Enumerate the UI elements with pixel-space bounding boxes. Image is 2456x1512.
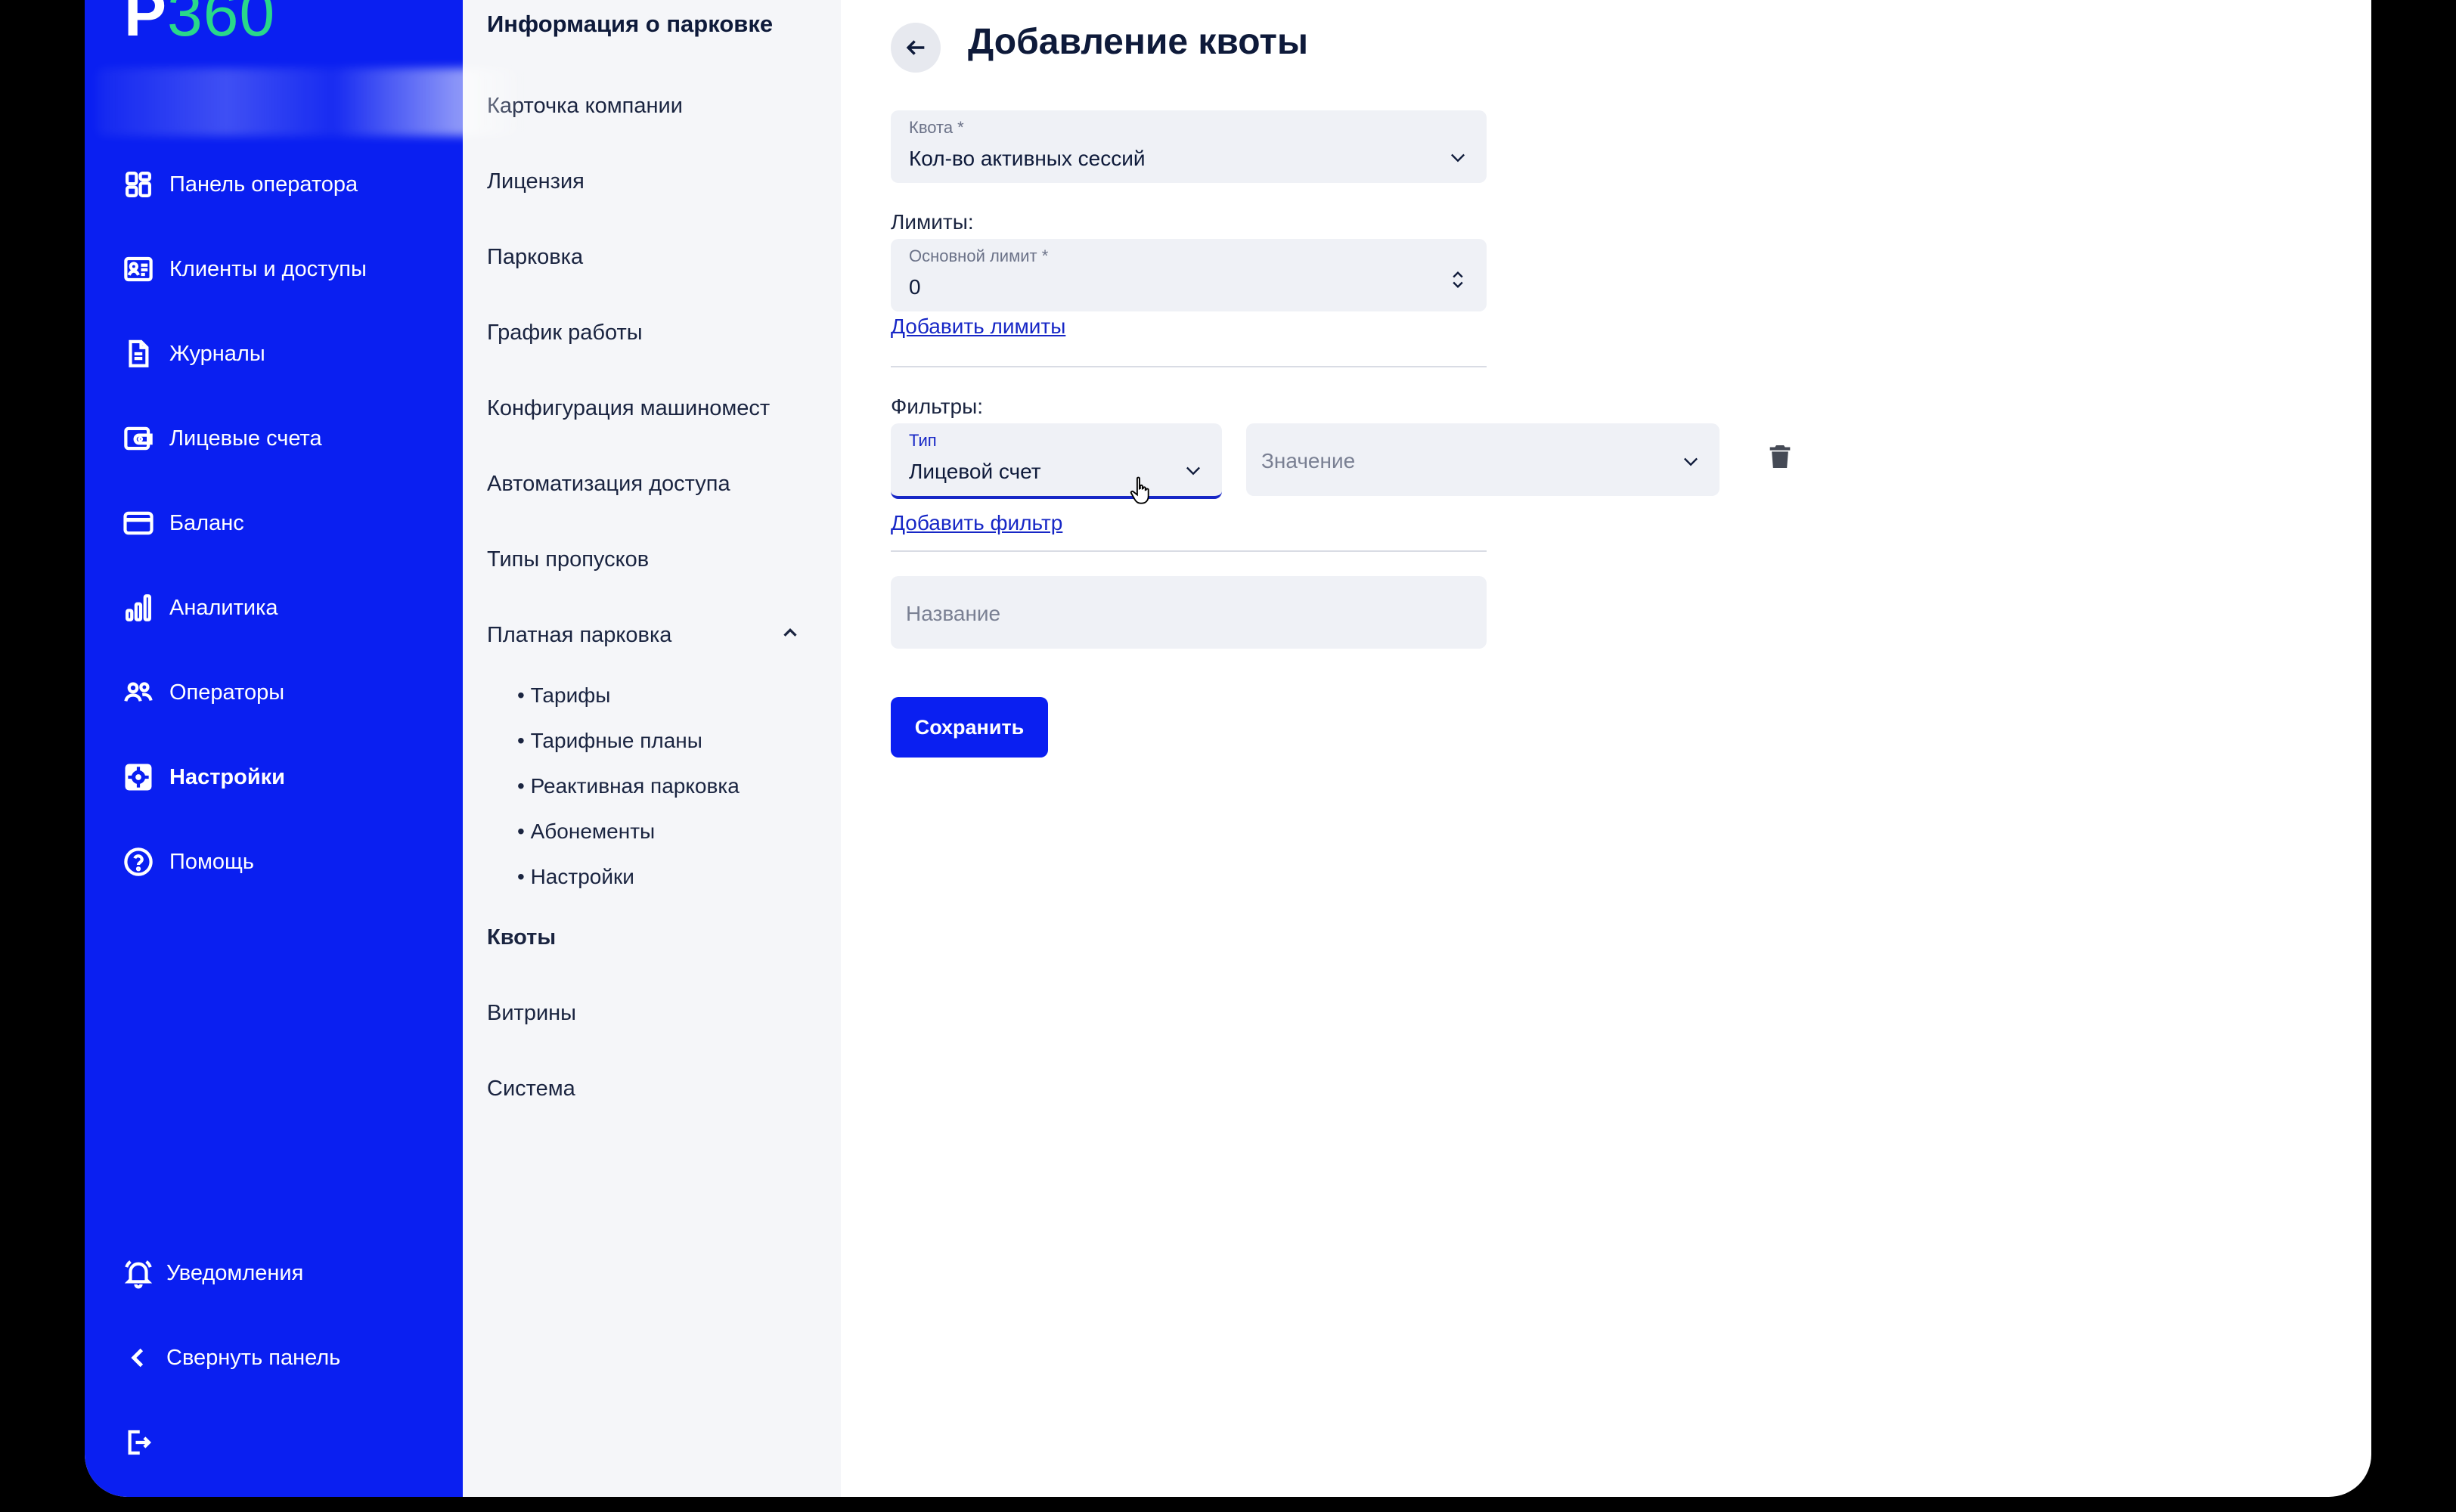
quota-value: Кол-во активных сессий <box>909 147 1146 170</box>
submenu-item-parking[interactable]: Парковка <box>487 245 583 270</box>
bar-chart-icon <box>126 594 151 621</box>
chevron-left-icon <box>131 1348 144 1368</box>
nav-item-label: Лицевые счета <box>169 426 322 451</box>
filter-type-label: Тип <box>909 431 937 450</box>
wallet-icon <box>124 426 153 451</box>
submenu-title[interactable]: Информация о парковке <box>487 11 773 38</box>
submenu-child-tariffs[interactable]: • Тарифы <box>517 683 610 708</box>
notifications-label: Уведомления <box>166 1260 304 1285</box>
collapse-panel-label: Свернуть панель <box>166 1345 341 1370</box>
gear-icon <box>125 764 152 791</box>
help-icon <box>124 847 153 876</box>
submenu-child-reactive-parking[interactable]: • Реактивная парковка <box>517 774 740 798</box>
account-switcher-blurred[interactable] <box>97 68 528 136</box>
nav-item-settings[interactable]: Настройки <box>122 750 285 804</box>
filters-label: Фильтры: <box>891 395 983 418</box>
limits-label: Лимиты: <box>891 210 974 234</box>
nav-item-accounts[interactable]: Лицевые счета <box>122 411 322 466</box>
bell-icon <box>124 1260 153 1289</box>
save-button[interactable]: Сохранить <box>891 697 1048 758</box>
submenu-item-access-automation[interactable]: Автоматизация доступа <box>487 472 730 497</box>
collapse-panel-button[interactable]: Свернуть панель <box>122 1331 340 1385</box>
logout-button[interactable] <box>122 1415 154 1470</box>
main-limit-input[interactable]: Основной лимит * 0 <box>891 239 1487 311</box>
submenu-item-pass-types[interactable]: Типы пропусков <box>487 547 649 572</box>
document-icon <box>129 339 149 367</box>
nav-item-label: Операторы <box>169 680 285 705</box>
submenu-item-system[interactable]: Система <box>487 1077 575 1101</box>
submenu-item-paid-parking[interactable]: Платная парковка <box>487 623 671 648</box>
logo: P360 <box>124 0 276 49</box>
arrow-left-icon <box>906 40 925 55</box>
users-icon <box>124 682 153 702</box>
hand-cursor-icon <box>1130 476 1149 504</box>
nav-item-journals[interactable]: Журналы <box>122 327 265 381</box>
quota-label: Квота * <box>909 118 964 137</box>
divider <box>891 550 1487 552</box>
nav-item-label: Аналитика <box>169 595 278 620</box>
submenu-item-spaces-config[interactable]: Конфигурация машиномест <box>487 396 770 421</box>
trash-icon[interactable] <box>1765 442 1795 472</box>
nav-item-operator-panel[interactable]: Панель оператора <box>122 157 358 212</box>
filter-type-value: Лицевой счет <box>909 460 1041 483</box>
quota-select[interactable]: Квота * Кол-во активных сессий <box>891 110 1487 183</box>
name-placeholder: Название <box>906 602 1001 625</box>
credit-card-icon <box>123 511 154 535</box>
nav-item-label: Панель оператора <box>169 172 358 197</box>
stepper-icon[interactable] <box>1447 269 1468 290</box>
submenu-item-schedule[interactable]: График работы <box>487 321 643 345</box>
divider <box>891 366 1487 367</box>
main-sidebar: P360 Панель оператора Клиенты и доступы … <box>85 0 528 1497</box>
logout-icon <box>128 1430 151 1455</box>
filter-value-select[interactable]: Значение <box>1246 423 1720 496</box>
nav-item-label: Помощь <box>169 849 255 874</box>
page-title: Добавление квоты <box>968 22 1308 62</box>
chevron-up-icon[interactable] <box>779 621 802 644</box>
nav-item-label: Клиенты и доступы <box>169 256 367 281</box>
add-filter-link[interactable]: Добавить фильтр <box>891 511 1062 535</box>
add-limits-link[interactable]: Добавить лимиты <box>891 314 1065 339</box>
name-input[interactable]: Название <box>891 576 1487 649</box>
chevron-down-icon <box>1186 466 1200 476</box>
main-content: Добавление квоты Квота * Кол-во активных… <box>841 0 2371 1497</box>
nav-item-label: Баланс <box>169 510 244 535</box>
submenu-child-tariff-plans[interactable]: • Тарифные планы <box>517 729 702 753</box>
nav-item-label: Журналы <box>169 341 265 366</box>
submenu-item-license[interactable]: Лицензия <box>487 169 585 194</box>
submenu-item-showcases[interactable]: Витрины <box>487 1001 576 1026</box>
filter-value-placeholder: Значение <box>1261 449 1356 472</box>
main-limit-label: Основной лимит * <box>909 246 1049 265</box>
id-card-icon <box>124 256 153 282</box>
nav-item-label: Настройки <box>169 764 286 789</box>
submenu-item-quotas[interactable]: Квоты <box>487 925 556 950</box>
nav-item-operators[interactable]: Операторы <box>122 665 284 720</box>
chevron-down-icon <box>1451 153 1465 163</box>
dashboard-icon <box>126 172 151 197</box>
nav-item-balance[interactable]: Баланс <box>122 496 244 550</box>
main-limit-value: 0 <box>909 275 921 299</box>
submenu-child-subscriptions[interactable]: • Абонементы <box>517 820 655 844</box>
nav-item-clients[interactable]: Клиенты и доступы <box>122 242 367 296</box>
nav-item-analytics[interactable]: Аналитика <box>122 581 278 635</box>
nav-item-help[interactable]: Помощь <box>122 835 254 889</box>
notifications-button[interactable]: Уведомления <box>122 1246 303 1300</box>
submenu-child-settings[interactable]: • Настройки <box>517 865 634 889</box>
filter-type-select[interactable]: Тип Лицевой счет <box>891 423 1222 499</box>
app-window: P360 Панель оператора Клиенты и доступы … <box>85 0 2371 1497</box>
settings-submenu: Информация о парковке Карточка компании … <box>463 0 841 1497</box>
back-button[interactable] <box>891 23 941 73</box>
chevron-down-icon <box>1684 457 1698 466</box>
